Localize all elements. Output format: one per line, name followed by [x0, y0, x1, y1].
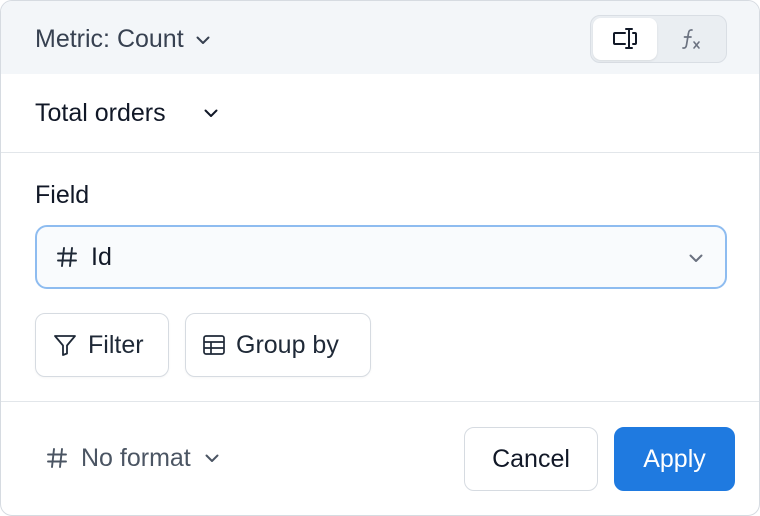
field-value: Id: [91, 242, 112, 271]
metric-type-label: Metric: Count: [35, 24, 184, 53]
text-cursor-input-icon: [613, 28, 637, 49]
chevron-down-icon: [205, 454, 219, 462]
group-by-label: Group by: [236, 330, 339, 359]
metric-name-dropdown[interactable]: Total orders: [35, 93, 220, 133]
filter-button[interactable]: Filter: [35, 313, 169, 377]
field-dropdown[interactable]: Id: [35, 225, 727, 289]
chevron-down-icon: [204, 109, 218, 117]
filter-label: Filter: [88, 330, 144, 359]
filter-icon: [54, 335, 76, 356]
popover-header: Metric: Count: [1, 1, 759, 74]
cancel-button[interactable]: Cancel: [464, 427, 598, 491]
chevron-down-icon: [196, 36, 210, 44]
metric-type-dropdown[interactable]: Metric: Count: [35, 23, 212, 55]
format-label: No format: [81, 443, 191, 472]
metric-editor-popover: Metric: Count Total orders Field Id Filt…: [0, 0, 760, 516]
formula-mode-button[interactable]: [660, 18, 724, 60]
apply-button[interactable]: Apply: [614, 427, 735, 491]
field-label: Field: [35, 181, 90, 209]
hash-icon: [57, 247, 77, 267]
footer-divider: [1, 401, 759, 402]
section-divider: [1, 152, 759, 153]
chevron-down-icon: [689, 254, 703, 262]
group-by-button[interactable]: Group by: [185, 313, 371, 377]
table-icon: [203, 335, 225, 355]
metric-name-label: Total orders: [35, 98, 166, 127]
hash-icon: [47, 448, 67, 468]
function-icon: [682, 29, 700, 49]
custom-name-mode-button[interactable]: [593, 18, 657, 60]
format-dropdown[interactable]: No format: [45, 439, 221, 477]
editor-mode-toggle: [590, 15, 727, 63]
